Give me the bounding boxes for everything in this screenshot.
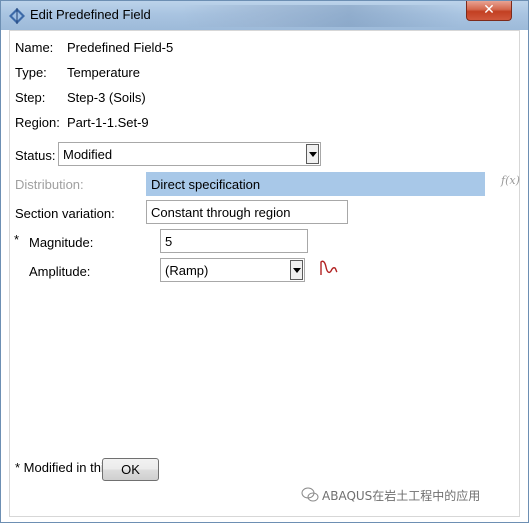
status-select-value: Modified bbox=[63, 147, 113, 162]
amplitude-select-value: (Ramp) bbox=[165, 263, 209, 278]
step-label: Step: bbox=[15, 90, 46, 105]
magnitude-value: 5 bbox=[165, 234, 173, 249]
step-value: Step-3 (Soils) bbox=[67, 90, 146, 105]
section-variation-value: Constant through region bbox=[151, 205, 291, 220]
watermark-text: ABAQUS在岩土工程中的应用 bbox=[322, 489, 481, 503]
fx-icon[interactable]: f(x) bbox=[501, 174, 520, 187]
type-label: Type: bbox=[15, 65, 47, 80]
status-label: Status: bbox=[15, 148, 56, 163]
amplitude-select[interactable]: (Ramp) bbox=[160, 258, 305, 282]
section-variation-label: Section variation: bbox=[15, 206, 115, 221]
close-button[interactable]: ✕ bbox=[466, 1, 512, 21]
chevron-down-icon[interactable] bbox=[290, 260, 303, 280]
section-variation-select[interactable]: Constant through region bbox=[146, 200, 348, 224]
status-select[interactable]: Modified bbox=[58, 142, 321, 166]
title-bar-glass bbox=[181, 5, 461, 27]
amplitude-label: Amplitude: bbox=[29, 264, 91, 279]
distribution-value: Direct specification bbox=[151, 177, 261, 192]
distribution-select[interactable]: Direct specification bbox=[146, 172, 485, 196]
edit-predefined-field-dialog: Edit Predefined Field ✕ Name: Predefined… bbox=[0, 0, 529, 523]
title-bar[interactable]: Edit Predefined Field ✕ bbox=[1, 1, 528, 30]
chat-icon bbox=[301, 487, 319, 502]
amplitude-curve-icon[interactable] bbox=[319, 259, 339, 277]
name-value: Predefined Field-5 bbox=[67, 40, 174, 55]
required-asterisk: * bbox=[14, 232, 20, 247]
name-label: Name: bbox=[15, 40, 54, 55]
close-icon: ✕ bbox=[483, 2, 495, 18]
type-value: Temperature bbox=[67, 65, 140, 80]
distribution-label: Distribution: bbox=[15, 177, 84, 192]
window-title: Edit Predefined Field bbox=[30, 7, 151, 22]
region-label: Region: bbox=[15, 115, 60, 130]
dialog-body: Name: Predefined Field-5 Type: Temperatu… bbox=[9, 30, 520, 517]
magnitude-input[interactable]: 5 bbox=[160, 229, 308, 253]
magnitude-label: Magnitude: bbox=[29, 235, 94, 250]
app-icon bbox=[9, 8, 25, 24]
chevron-down-icon[interactable] bbox=[306, 144, 319, 164]
region-value: Part-1-1.Set-9 bbox=[67, 115, 149, 130]
ok-button[interactable]: OK bbox=[102, 458, 159, 481]
